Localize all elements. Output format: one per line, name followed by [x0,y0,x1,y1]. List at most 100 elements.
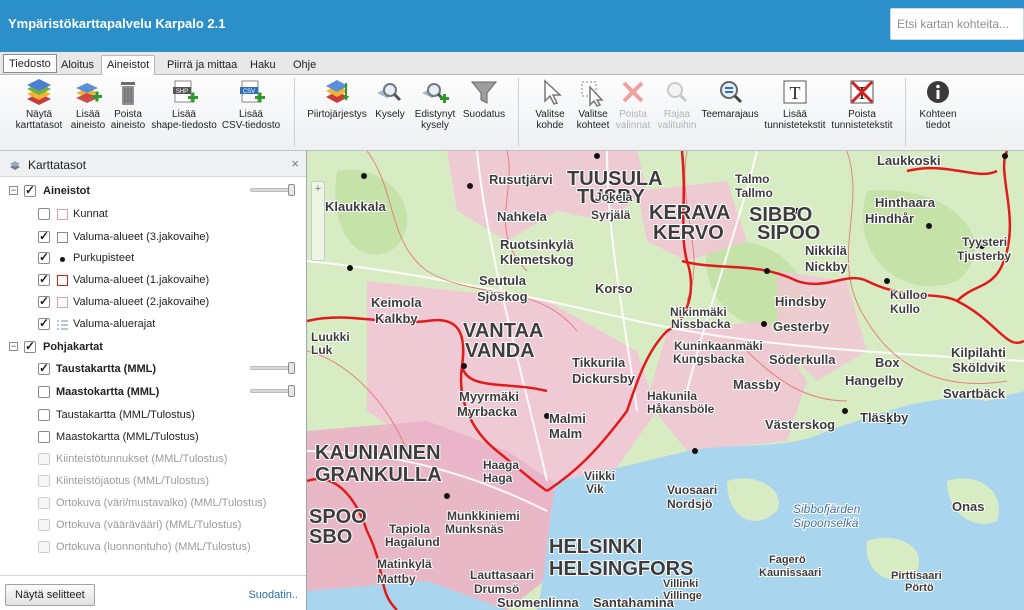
tab-aineistot[interactable]: Aineistot [101,55,156,76]
csv-file-icon: CSV [240,80,265,103]
add-layer-label-2: aineisto [70,120,106,131]
query-button[interactable]: Kysely [372,79,408,120]
shp-file-icon: SHP [173,80,198,103]
select-area-icon [581,81,604,107]
info-icon [927,81,949,103]
map-label: Seutula [479,273,527,288]
map-label: Laukkoski [877,153,941,168]
layer-checkbox[interactable] [38,431,50,443]
layer-label: Kiinteistötunnukset (MML/Tulostus) [56,453,228,465]
clear-selections-label-2: valinnat [615,120,651,131]
tab-tiedosto[interactable]: Tiedosto [3,54,57,73]
layer-checkbox[interactable] [38,250,50,264]
map-label: Hindsby [775,294,827,309]
trash-icon [121,82,135,105]
layer-checkbox[interactable] [38,229,50,243]
add-shape-file-label-1: Lisää [172,109,196,120]
layer-item: Valuma-alueet (3.jakovaihe) [0,228,306,248]
layer-group-checkbox[interactable] [24,339,36,353]
opacity-slider[interactable] [250,184,295,196]
slider-knob[interactable] [288,184,295,196]
tab-haku[interactable]: Haku [244,55,282,75]
map-label: Jokela [595,190,633,204]
map-label: Kilpilahti [951,345,1006,360]
collapse-icon[interactable]: − [9,186,18,195]
map-label: Luukki [311,330,350,344]
advanced-query-button[interactable]: Edistynyt kysely [410,79,460,131]
theme-filter-button[interactable]: Teemarajaus [700,79,760,120]
legend-swatch [57,209,68,220]
layer-label: Taustakartta (MML) [56,363,157,375]
layer-checkbox[interactable] [38,316,50,330]
layer-checkbox[interactable] [38,519,50,531]
map-label: Dickursby [572,371,636,386]
filter-link[interactable]: Suodatin.. [248,589,298,601]
layer-checkbox[interactable] [38,541,50,553]
map-label: Svartbäck [943,386,1006,401]
slider-knob[interactable] [288,362,295,374]
layer-label: Purkupisteet [73,252,135,264]
add-layer-icon [76,83,102,103]
layer-panel-header: Karttatasot × [0,151,306,177]
filter-button[interactable]: Suodatus [461,79,507,120]
collapse-icon[interactable]: − [9,342,18,351]
layer-label: Kunnat [73,208,108,220]
theme-filter-icon [720,81,743,104]
map-label: Matinkylä [377,557,432,571]
show-layers-button[interactable]: Näytä karttatasot [12,79,66,131]
map-label: Kalkby [375,311,418,326]
map-label: Fagerö [769,554,806,566]
layer-item: Valuma-alueet (1.jakovaihe) [0,271,306,291]
map-label: Nikkilä [805,243,848,258]
feature-info-button[interactable]: Kohteen tiedot [916,79,960,131]
add-layer-button[interactable]: Lisää aineisto [68,79,108,131]
tab-piirra-ja-mittaa[interactable]: Piirrä ja mittaa [161,55,243,75]
layer-checkbox[interactable] [38,497,50,509]
add-csv-file-button[interactable]: CSV Lisää CSV-tiedosto [219,79,283,131]
add-shape-file-label-2: shape-tiedosto [151,120,217,131]
zoom-slider[interactable]: + [311,181,325,261]
search-input[interactable] [890,8,1024,40]
add-shape-file-button[interactable]: SHP Lisää shape-tiedosto [150,79,218,131]
select-features-label-1: Valitse [578,109,608,120]
zoom-to-selected-button[interactable]: Rajaa valituihin [655,79,699,131]
layer-label: Ortokuva (väri/mustavalko) (MML/Tulostus… [56,497,267,509]
select-feature-button[interactable]: Valitse kohde [530,79,570,131]
select-features-button[interactable]: Valitse kohteet [573,79,613,131]
layer-checkbox[interactable] [38,294,50,308]
remove-labels-button[interactable]: T Poista tunnistetekstit [830,79,894,131]
tab-ohje[interactable]: Ohje [287,55,322,75]
select-features-label-2: kohteet [576,120,610,131]
map-label: Munkkiniemi [447,509,520,523]
layer-checkbox[interactable] [38,475,50,487]
layer-label: Ortokuva (väärävääri) (MML/Tulostus) [56,519,242,531]
remove-layer-button[interactable]: Poista aineisto [108,79,148,131]
map-label: Munksnäs [445,522,504,536]
map-label: Kaunissaari [759,567,821,579]
layer-checkbox[interactable] [38,208,50,220]
tab-aloitus[interactable]: Aloitus [55,55,100,75]
show-legends-button[interactable]: Näytä selitteet [5,584,95,606]
opacity-slider[interactable] [250,362,295,374]
map-label: Rusutjärvi [489,172,553,187]
layer-checkbox[interactable] [38,361,50,375]
layer-checkbox[interactable] [38,409,50,421]
layer-panel-title: Karttatasot [28,158,87,172]
layer-checkbox[interactable] [38,386,50,398]
feature-info-label-2: tiedot [925,120,951,131]
layer-group-checkbox[interactable] [24,183,36,197]
map-label: Massby [733,377,781,392]
layer-checkbox[interactable] [38,272,50,286]
map-canvas[interactable]: Laukkoski Klaukkala Rusutjärvi TUUSULA T… [307,151,1024,610]
close-icon[interactable]: × [291,156,299,171]
draw-order-button[interactable]: Piirtojärjestys [306,79,368,120]
map-view[interactable]: Laukkoski Klaukkala Rusutjärvi TUUSULA T… [307,151,1024,610]
layer-item: Ortokuva (väri/mustavalko) (MML/Tulostus… [0,494,306,514]
clear-selections-button[interactable]: Poista valinnat [613,79,653,131]
layer-checkbox[interactable] [38,453,50,465]
add-labels-button[interactable]: T Lisää tunnistetekstit [763,79,827,131]
opacity-slider[interactable] [250,385,295,397]
map-label: Tyysteri [962,235,1007,249]
slider-knob[interactable] [288,385,295,397]
zoom-in-icon[interactable]: + [312,182,324,196]
